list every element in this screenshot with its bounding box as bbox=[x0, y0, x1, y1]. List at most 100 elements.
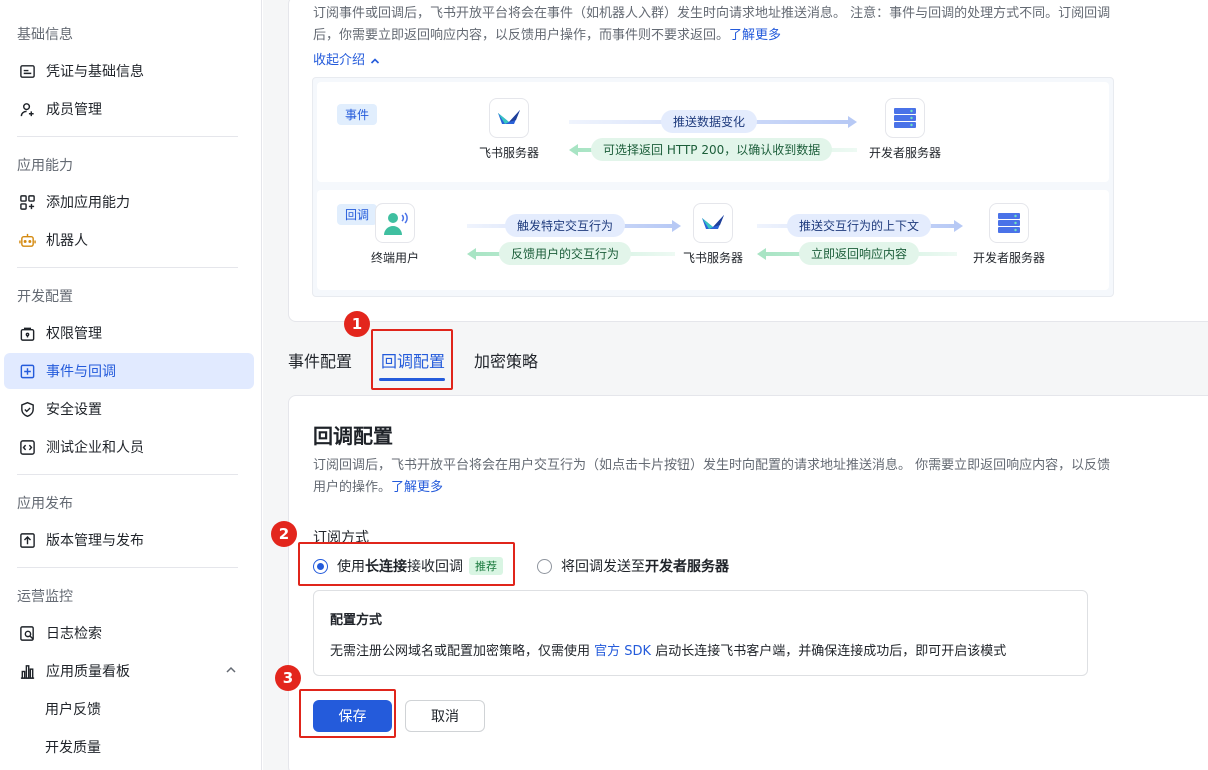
subscribe-method-label: 订阅方式 bbox=[313, 530, 369, 546]
config-method-title: 配置方式 bbox=[330, 613, 383, 628]
sidebar-item-label: 权限管理 bbox=[46, 326, 102, 342]
robot-icon bbox=[18, 231, 36, 249]
node-label: 开发者服务器 bbox=[869, 146, 942, 160]
sidebar-item-members[interactable]: 成员管理 bbox=[4, 91, 254, 127]
divider bbox=[17, 267, 238, 268]
section-title-capabilities: 应用能力 bbox=[17, 158, 73, 174]
chart-icon bbox=[18, 662, 36, 680]
main-content: 订阅事件或回调后，飞书开放平台将会在事件（如机器人入群）发生时向请求地址推送消息… bbox=[263, 0, 1208, 770]
intro-description: 订阅事件或回调后，飞书开放平台将会在事件（如机器人入群）发生时向请求地址推送消息… bbox=[313, 3, 1123, 47]
event-tag: 事件 bbox=[337, 104, 378, 125]
developer-server-option[interactable]: 将回调发送至 开发者服务器 bbox=[537, 556, 729, 576]
developer-server-node: 开发者服务器 bbox=[869, 98, 941, 161]
node-label: 终端用户 bbox=[371, 251, 420, 265]
learn-more-link[interactable]: 了解更多 bbox=[391, 480, 443, 495]
option-text-pre: 使用 bbox=[337, 559, 365, 575]
lock-box-icon bbox=[18, 324, 36, 342]
intro-text: 订阅事件或回调后，飞书开放平台将会在事件（如机器人入群）发生时向请求地址推送消息… bbox=[313, 6, 1111, 43]
section-title-dev-config: 开发配置 bbox=[17, 289, 73, 305]
tab-encryption[interactable]: 加密策略 bbox=[474, 348, 538, 372]
tab-event-config[interactable]: 事件配置 bbox=[288, 348, 352, 372]
push-data-label: 推送数据变化 bbox=[661, 110, 758, 133]
sidebar-item-label: 开发质量 bbox=[45, 740, 101, 756]
sidebar-item-credentials[interactable]: 凭证与基础信息 bbox=[4, 53, 254, 89]
info-text-pre: 无需注册公网域名或配置加密策略，仅需使用 bbox=[330, 644, 595, 659]
sidebar-item-label: 成员管理 bbox=[46, 102, 102, 118]
option-text-pre: 将回调发送至 bbox=[561, 559, 645, 575]
section-description: 订阅回调后，飞书开放平台将会在用户交互行为（如点击卡片按钮）发生时向配置的请求地… bbox=[313, 455, 1113, 499]
callback-flow-row: 回调 终端用户 触发特定交互行为 反馈用户的交互行为 飞书服务器 推送交互行为的… bbox=[317, 190, 1109, 290]
feishu-logo-icon bbox=[489, 98, 529, 138]
sidebar-item-quality-board[interactable]: 应用质量看板 bbox=[4, 653, 254, 689]
official-sdk-link[interactable]: 官方 SDK bbox=[594, 644, 651, 659]
info-text-post: 启动长连接飞书客户端，并确保连接成功后，即可开启该模式 bbox=[651, 644, 1007, 659]
option-text-bold: 开发者服务器 bbox=[645, 559, 729, 575]
feishu-server-node: 飞书服务器 bbox=[479, 98, 539, 161]
divider bbox=[17, 136, 238, 137]
option-text-bold: 长连接 bbox=[365, 559, 407, 575]
callback-config-card: 回调配置 订阅回调后，飞书开放平台将会在用户交互行为（如点击卡片按钮）发生时向配… bbox=[288, 395, 1208, 770]
sidebar-item-security[interactable]: 安全设置 bbox=[4, 391, 254, 427]
sidebar-item-label: 版本管理与发布 bbox=[46, 533, 144, 549]
annotation-badge-2: 2 bbox=[271, 521, 297, 547]
collapse-intro-button[interactable]: 收起介绍 bbox=[313, 49, 381, 68]
node-label: 飞书服务器 bbox=[683, 251, 744, 265]
sidebar-item-label: 凭证与基础信息 bbox=[46, 64, 144, 80]
long-connection-option[interactable]: 使用 长连接 接收回调 推荐 bbox=[313, 556, 503, 576]
sidebar-item-test-enterprise[interactable]: 测试企业和人员 bbox=[4, 429, 254, 465]
sidebar-item-label: 安全设置 bbox=[46, 402, 102, 418]
annotation-badge-3: 3 bbox=[275, 665, 301, 691]
radio-checked[interactable] bbox=[313, 558, 328, 574]
sidebar-item-add-capability[interactable]: 添加应用能力 bbox=[4, 184, 254, 220]
sidebar-item-robot[interactable]: 机器人 bbox=[4, 222, 254, 258]
sidebar-item-log-search[interactable]: 日志检索 bbox=[4, 615, 254, 651]
radio-unchecked[interactable] bbox=[537, 558, 552, 574]
flow-diagram: 事件 飞书服务器 推送数据变化 可选择返回 HTTP 200，以确认收到数据 开… bbox=[312, 77, 1114, 297]
tab-callback-config[interactable]: 回调配置 bbox=[381, 348, 445, 372]
node-label: 开发者服务器 bbox=[973, 251, 1046, 265]
active-tab-indicator bbox=[379, 378, 445, 381]
section-title-release: 应用发布 bbox=[17, 496, 73, 512]
learn-more-link[interactable]: 了解更多 bbox=[729, 28, 781, 43]
end-user-node: 终端用户 bbox=[371, 203, 419, 266]
context-push-label: 推送交互行为的上下文 bbox=[787, 214, 932, 237]
cancel-button[interactable]: 取消 bbox=[405, 700, 485, 732]
event-flow-row: 事件 飞书服务器 推送数据变化 可选择返回 HTTP 200，以确认收到数据 开… bbox=[317, 82, 1109, 182]
event-icon bbox=[18, 362, 36, 380]
trigger-label: 触发特定交互行为 bbox=[505, 214, 626, 237]
shield-icon bbox=[18, 400, 36, 418]
sidebar-item-user-feedback[interactable]: 用户反馈 bbox=[4, 691, 254, 727]
return-200-label: 可选择返回 HTTP 200，以确认收到数据 bbox=[591, 138, 833, 161]
divider bbox=[17, 567, 238, 568]
server-icon bbox=[885, 98, 925, 138]
sidebar-item-events-callbacks[interactable]: 事件与回调 bbox=[4, 353, 254, 389]
log-search-icon bbox=[18, 624, 36, 642]
response-label: 立即返回响应内容 bbox=[799, 242, 920, 265]
save-button[interactable]: 保存 bbox=[313, 700, 392, 732]
sidebar-item-label: 添加应用能力 bbox=[46, 195, 130, 211]
recommended-badge: 推荐 bbox=[469, 557, 503, 575]
sidebar-item-permissions[interactable]: 权限管理 bbox=[4, 315, 254, 351]
chevron-up-icon bbox=[370, 57, 380, 64]
chevron-up-icon[interactable] bbox=[224, 663, 238, 677]
sidebar-item-label: 应用质量看板 bbox=[46, 664, 130, 680]
credential-icon bbox=[18, 62, 36, 80]
server-icon bbox=[989, 203, 1029, 243]
option-text-post: 接收回调 bbox=[407, 559, 463, 575]
collapse-label: 收起介绍 bbox=[313, 53, 366, 68]
config-method-box: 配置方式 无需注册公网域名或配置加密策略，仅需使用 官方 SDK 启动长连接飞书… bbox=[313, 590, 1088, 676]
sidebar-item-versions[interactable]: 版本管理与发布 bbox=[4, 522, 254, 558]
user-icon bbox=[375, 203, 415, 243]
section-title: 回调配置 bbox=[313, 424, 393, 448]
sidebar-item-label: 用户反馈 bbox=[45, 702, 101, 718]
member-add-icon bbox=[18, 100, 36, 118]
code-icon bbox=[18, 438, 36, 456]
sidebar-item-label: 机器人 bbox=[46, 233, 88, 249]
feishu-logo-icon bbox=[693, 203, 733, 243]
feishu-server-node: 飞书服务器 bbox=[683, 203, 743, 266]
sidebar-item-dev-quality[interactable]: 开发质量 bbox=[4, 729, 254, 765]
sidebar: 基础信息 凭证与基础信息 成员管理 应用能力 添加应用能力 机器人 开发配置 权… bbox=[0, 0, 262, 770]
upload-icon bbox=[18, 531, 36, 549]
developer-server-node: 开发者服务器 bbox=[973, 203, 1045, 266]
divider bbox=[17, 474, 238, 475]
